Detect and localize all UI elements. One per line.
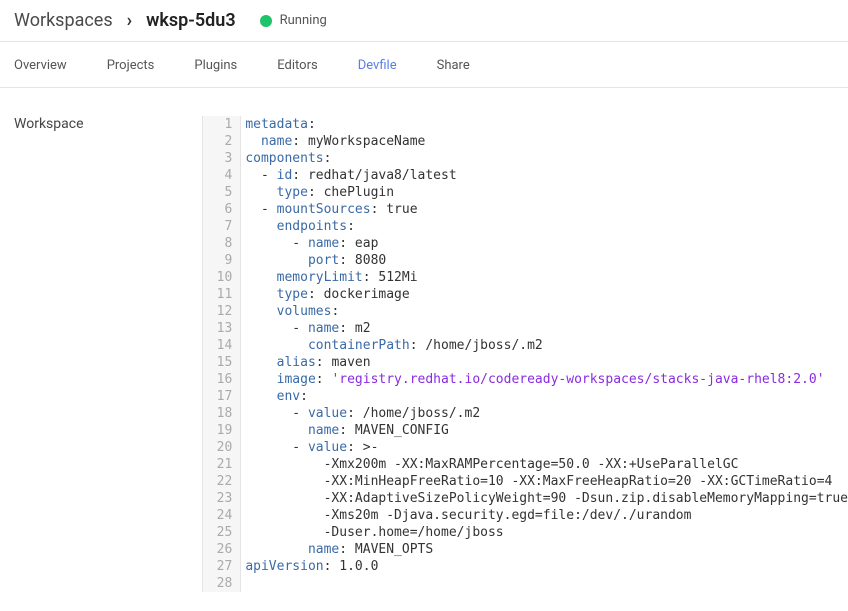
editor-content[interactable]: metadata: name: myWorkspaceNamecomponent… — [241, 116, 848, 592]
code-line[interactable]: - name: m2 — [245, 320, 848, 337]
code-line[interactable]: memoryLimit: 512Mi — [245, 269, 848, 286]
chevron-right-icon: › — [127, 10, 132, 31]
code-line[interactable]: name: MAVEN_OPTS — [245, 541, 848, 558]
status-badge: Running — [260, 13, 327, 28]
breadcrumb-root[interactable]: Workspaces — [14, 10, 113, 31]
code-line[interactable]: image: 'registry.redhat.io/codeready-wor… — [245, 371, 848, 388]
code-line[interactable]: - id: redhat/java8/latest — [245, 167, 848, 184]
code-line[interactable]: endpoints: — [245, 218, 848, 235]
code-line[interactable]: type: dockerimage — [245, 286, 848, 303]
code-line[interactable]: env: — [245, 388, 848, 405]
devfile-editor[interactable]: 1234567891011121314151617181920212223242… — [202, 116, 848, 592]
tab-overview[interactable]: Overview — [14, 58, 67, 73]
code-line[interactable]: volumes: — [245, 303, 848, 320]
code-line[interactable]: port: 8080 — [245, 252, 848, 269]
code-line[interactable]: -XX:MinHeapFreeRatio=10 -XX:MaxFreeHeapR… — [245, 473, 848, 490]
code-line[interactable]: metadata: — [245, 116, 848, 133]
code-line[interactable]: apiVersion: 1.0.0 — [245, 558, 848, 575]
sidebar: Workspace — [0, 116, 202, 592]
workspace-name: wksp-5du3 — [146, 10, 236, 31]
tab-editors[interactable]: Editors — [277, 58, 317, 73]
code-line[interactable]: -Xms20m -Djava.security.egd=file:/dev/./… — [245, 507, 848, 524]
status-dot-icon — [260, 15, 272, 27]
code-line[interactable]: type: chePlugin — [245, 184, 848, 201]
code-line[interactable]: -XX:AdaptiveSizePolicyWeight=90 -Dsun.zi… — [245, 490, 848, 507]
code-line[interactable]: components: — [245, 150, 848, 167]
tab-share[interactable]: Share — [437, 58, 470, 73]
code-line[interactable]: - value: >- — [245, 439, 848, 456]
code-line[interactable]: - name: eap — [245, 235, 848, 252]
status-text: Running — [280, 13, 327, 28]
code-line[interactable]: name: myWorkspaceName — [245, 133, 848, 150]
breadcrumb: Workspaces › wksp-5du3 Running — [0, 0, 848, 42]
code-line[interactable]: alias: maven — [245, 354, 848, 371]
code-line[interactable] — [245, 575, 848, 592]
tab-devfile[interactable]: Devfile — [358, 58, 397, 73]
code-line[interactable]: -Xmx200m -XX:MaxRAMPercentage=50.0 -XX:+… — [245, 456, 848, 473]
tab-plugins[interactable]: Plugins — [194, 58, 237, 73]
tab-bar: Overview Projects Plugins Editors Devfile Sha… — [0, 42, 848, 88]
sidebar-section-label: Workspace — [14, 116, 202, 132]
code-line[interactable]: name: MAVEN_CONFIG — [245, 422, 848, 439]
code-line[interactable]: - value: /home/jboss/.m2 — [245, 405, 848, 422]
code-line[interactable]: -Duser.home=/home/jboss — [245, 524, 848, 541]
editor-gutter: 1234567891011121314151617181920212223242… — [203, 116, 242, 592]
code-line[interactable]: - mountSources: true — [245, 201, 848, 218]
tab-projects[interactable]: Projects — [107, 58, 155, 73]
code-line[interactable]: containerPath: /home/jboss/.m2 — [245, 337, 848, 354]
